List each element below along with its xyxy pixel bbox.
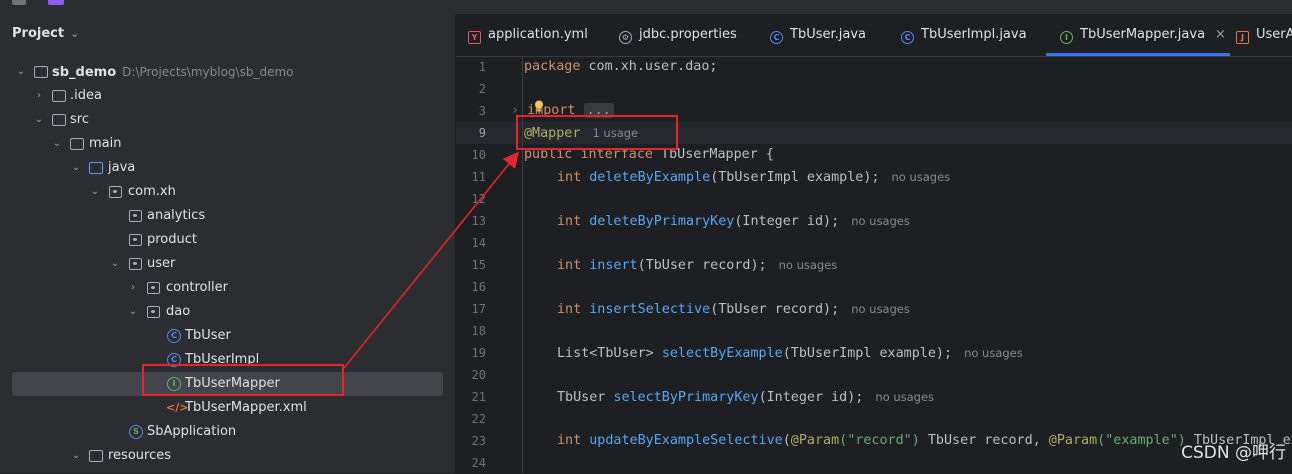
watermark: CSDN @呷行 (1181, 443, 1286, 463)
annotation-arrow (343, 151, 520, 369)
